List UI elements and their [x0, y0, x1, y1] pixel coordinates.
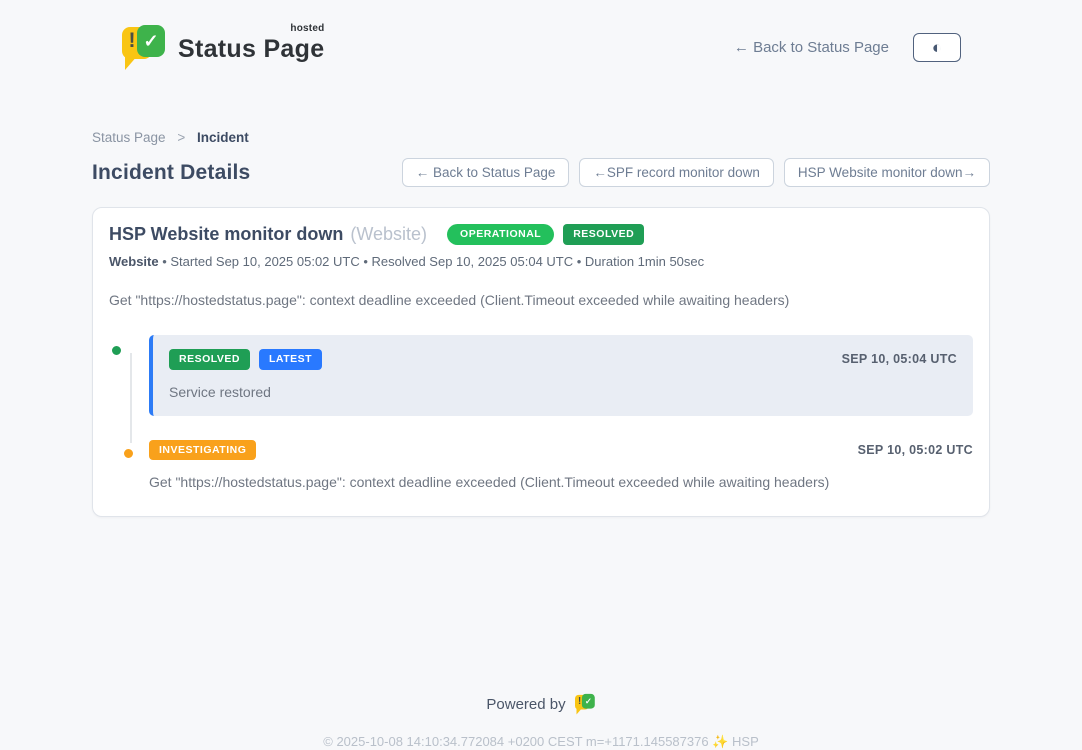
incident-meta: Website • Started Sep 10, 2025 05:02 UTC…: [109, 254, 973, 269]
theme-toggle-button[interactable]: ◐: [913, 33, 961, 62]
powered-by-link[interactable]: Powered by ! ✓: [486, 693, 595, 715]
timeline-dot-resolved: [109, 343, 124, 358]
timeline-timestamp: SEP 10, 05:04 UTC: [842, 352, 957, 366]
header-back-to-status-page-link[interactable]: ← Back to Status Page: [734, 39, 889, 56]
sparkles-icon: ✨: [712, 734, 728, 749]
incident-meta-details: • Started Sep 10, 2025 05:02 UTC • Resol…: [159, 254, 705, 269]
exclamation-icon: !: [126, 29, 138, 53]
brand-name: Status Page: [178, 35, 324, 63]
breadcrumb: Status Page > Incident: [92, 130, 990, 145]
copyright-brand: HSP: [732, 734, 759, 749]
timeline-message: Service restored: [169, 384, 957, 400]
check-icon: ✓: [143, 31, 158, 52]
brand-wordmark: hosted Status Page: [178, 23, 324, 64]
operational-status-badge: OPERATIONAL: [447, 224, 554, 245]
breadcrumb-status-page-link[interactable]: Status Page: [92, 130, 166, 145]
brand-superscript: hosted: [290, 23, 324, 34]
timeline-dot-investigating: [121, 446, 136, 461]
incident-timeline: RESOLVED LATEST SEP 10, 05:04 UTC Servic…: [109, 335, 973, 490]
back-to-status-page-button[interactable]: ← Back to Status Page: [402, 158, 570, 187]
incident-description: Get "https://hostedstatus.page": context…: [109, 292, 973, 308]
timeline-latest-badge: LATEST: [259, 349, 322, 370]
timeline-connector-line: [130, 353, 132, 443]
page-title: Incident Details: [92, 161, 250, 185]
incident-component: Website: [109, 254, 159, 269]
timeline-message: Get "https://hostedstatus.page": context…: [149, 474, 973, 490]
timeline-resolved-badge: RESOLVED: [169, 349, 250, 370]
footer-brand-logo-icon: ! ✓: [575, 693, 596, 715]
copyright-text: © 2025-10-08 14:10:34.772084 +0200 CEST …: [323, 734, 708, 749]
main-content: Status Page > Incident Incident Details …: [92, 130, 990, 517]
breadcrumb-current-incident: Incident: [197, 130, 249, 145]
breadcrumb-separator: >: [177, 130, 185, 145]
next-incident-button[interactable]: HSP Website monitor down→: [784, 158, 990, 187]
logo-bubble-green: ✓: [137, 25, 165, 57]
timeline-investigating-badge: INVESTIGATING: [149, 440, 256, 461]
incident-title: HSP Website monitor down: [109, 224, 343, 245]
powered-by-label: Powered by: [486, 696, 565, 713]
copyright-line: © 2025-10-08 14:10:34.772084 +0200 CEST …: [0, 734, 1082, 750]
footer: Powered by ! ✓ © 2025-10-08 14:10:34.772…: [0, 693, 1082, 750]
incident-card: HSP Website monitor down (Website) OPERA…: [92, 207, 990, 517]
header: ! ✓ hosted Status Page ← Back to Status …: [0, 0, 1082, 76]
timeline-entry-investigating: INVESTIGATING SEP 10, 05:02 UTC Get "htt…: [149, 440, 973, 491]
timeline-timestamp: SEP 10, 05:02 UTC: [858, 443, 973, 457]
brand-logo-icon: ! ✓: [122, 23, 166, 71]
prev-incident-button[interactable]: ←SPF record monitor down: [579, 158, 774, 187]
half-circle-icon: ◐: [932, 39, 942, 56]
timeline-entry-resolved: RESOLVED LATEST SEP 10, 05:04 UTC Servic…: [149, 335, 973, 416]
brand-logo[interactable]: ! ✓ hosted Status Page: [122, 23, 324, 71]
incident-nav-buttons: ← Back to Status Page ←SPF record monito…: [402, 158, 990, 187]
resolved-status-badge: RESOLVED: [563, 224, 644, 245]
incident-scope: (Website): [350, 224, 427, 245]
